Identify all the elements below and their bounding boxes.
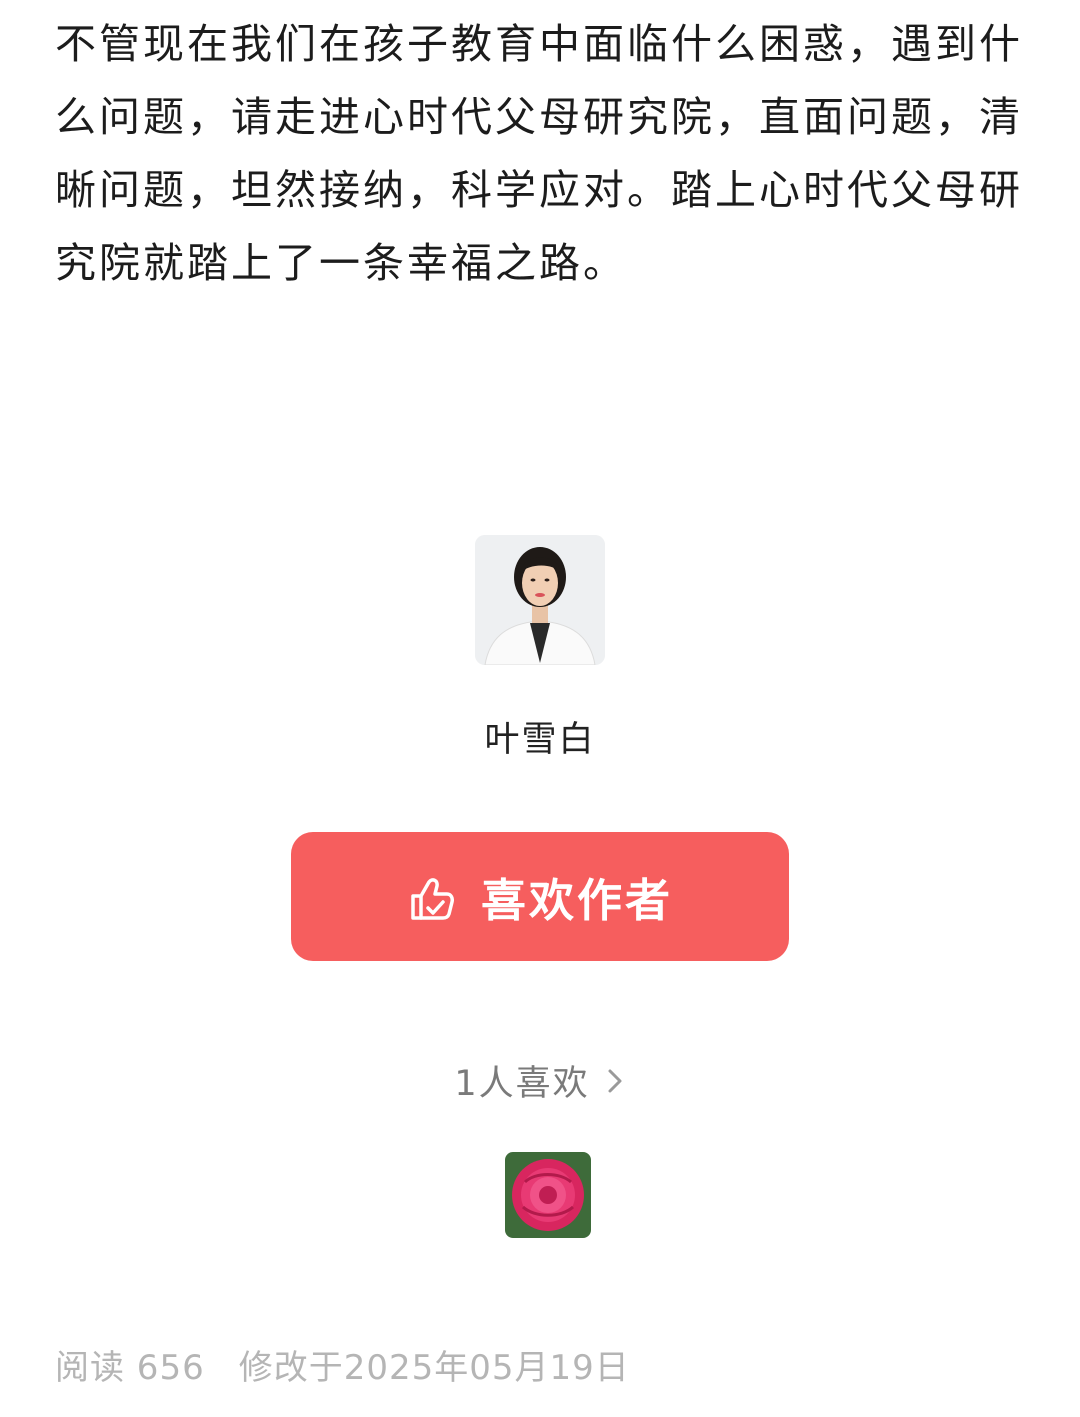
like-count-text: 1人喜欢 (454, 1064, 590, 1104)
modified-date: 修改于2025年05月19日 (238, 1348, 630, 1388)
article-meta: 阅读 656 修改于2025年05月19日 (55, 1340, 630, 1389)
author-name[interactable]: 叶雪白 (484, 711, 595, 762)
author-avatar[interactable] (475, 535, 605, 665)
like-author-button[interactable]: 喜欢作者 (291, 832, 789, 961)
like-count-link[interactable]: 1人喜欢 (0, 1055, 1080, 1106)
read-count: 阅读 656 (55, 1348, 205, 1388)
article-paragraph: 不管现在我们在孩子教育中面临什么困惑，遇到什么问题，请走进心时代父母研究院，直面… (55, 20, 1023, 287)
liker-avatar[interactable] (505, 1152, 591, 1238)
chevron-right-icon (608, 1069, 622, 1092)
thumbs-up-icon (411, 877, 454, 920)
like-author-label: 喜欢作者 (480, 874, 673, 927)
article-page: 不管现在我们在孩子教育中面临什么困惑，遇到什么问题，请走进心时代父母研究院，直面… (0, 0, 1080, 1417)
author-block: 叶雪白 (0, 535, 1080, 762)
